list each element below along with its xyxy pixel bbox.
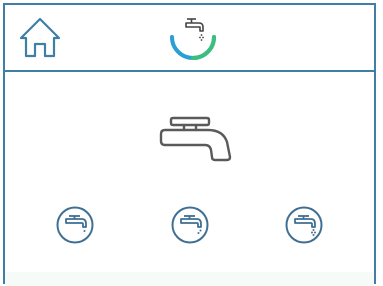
faucet-mode-3-icon [285,206,323,244]
faucet-icon [159,116,232,162]
faucet-mode-1-icon [56,206,94,244]
faucet-mode-2-button[interactable] [170,205,210,245]
faucet-logo [165,11,221,63]
main-faucet [153,112,233,174]
app-frame [3,3,376,286]
faucet-logo-icon [170,18,216,60]
home-button[interactable] [17,14,63,60]
faucet-mode-3-button[interactable] [284,205,324,245]
faucet-mode-1-button[interactable] [55,205,95,245]
home-icon [19,17,61,58]
faucet-mode-2-icon [171,206,209,244]
header-bar [5,5,374,72]
